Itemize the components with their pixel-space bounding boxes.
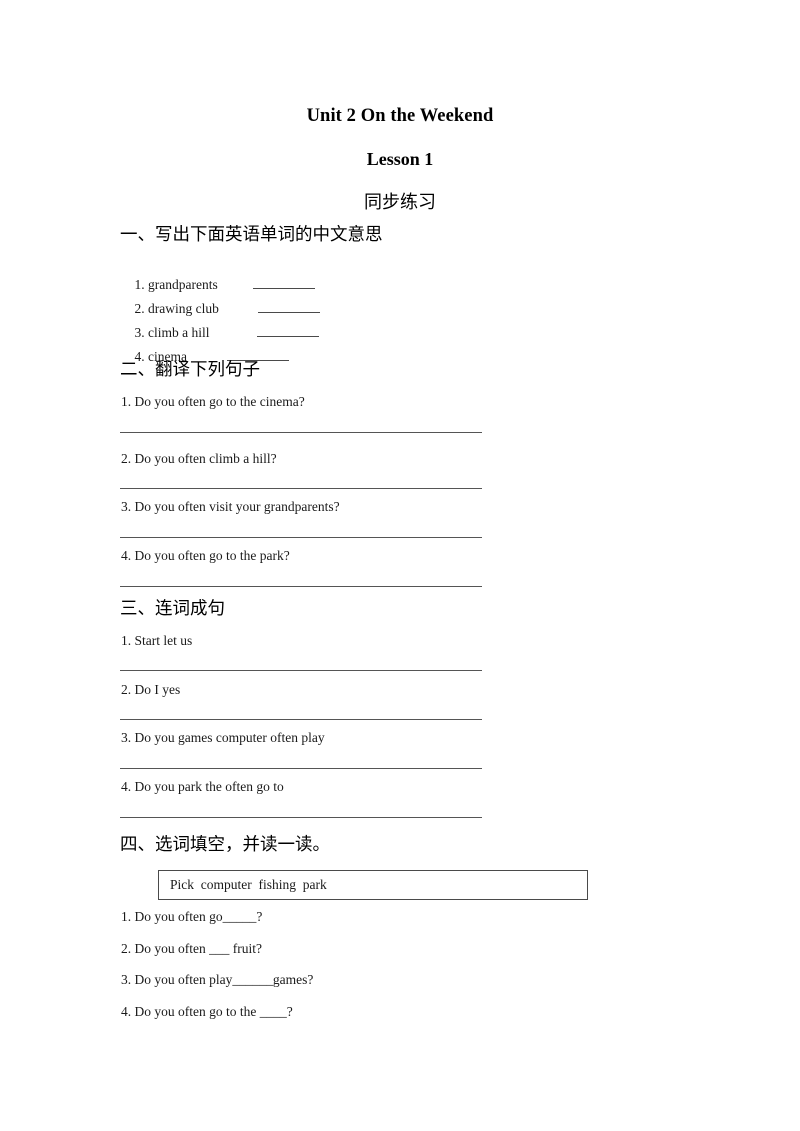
- exercise-subtitle: 同步练习: [364, 192, 436, 213]
- question-text: 1. Do you often go to the cinema?: [121, 394, 305, 409]
- page-title: Unit 2 On the Weekend: [306, 106, 494, 126]
- answer-rule[interactable]: [120, 768, 482, 769]
- fill-in-blank-item[interactable]: 3. Do you often play______games?: [121, 972, 313, 988]
- question-text: 4. Do you often go to the park?: [121, 548, 290, 563]
- answer-rule[interactable]: [120, 488, 482, 489]
- section-heading-1: 一、写出下面英语单词的中文意思: [120, 225, 383, 245]
- fill-in-blank-item[interactable]: 2. Do you often ___ fruit?: [121, 941, 262, 957]
- section-heading-4: 四、选词填空，并读一读。: [120, 835, 330, 855]
- answer-rule[interactable]: [120, 719, 482, 720]
- word-bank-words: Pick computer fishing park: [170, 877, 327, 892]
- fill-in-blank-item[interactable]: 4. Do you often go to the ____?: [121, 1004, 293, 1020]
- fill-in-blank-item[interactable]: 1. Do you often go_____?: [121, 909, 262, 925]
- word-bank-box: Pick computer fishing park: [158, 870, 588, 900]
- question-text: 3. Do you often visit your grandparents?: [121, 499, 340, 514]
- question-text: 2. Do I yes: [121, 682, 181, 697]
- worksheet-page: Unit 2 On the Weekend Lesson 1 同步练习 一、写出…: [0, 0, 800, 1131]
- answer-rule[interactable]: [120, 537, 482, 538]
- question-text: 1. Start let us: [121, 633, 193, 648]
- answer-rule[interactable]: [120, 670, 482, 671]
- answer-rule[interactable]: [120, 586, 482, 587]
- lesson-subtitle: Lesson 1: [366, 149, 434, 169]
- section-heading-3: 三、连词成句: [120, 599, 225, 619]
- question-text: 2. Do you often climb a hill?: [121, 451, 277, 466]
- answer-rule[interactable]: [120, 817, 482, 818]
- question-text: 4. Do you park the often go to: [121, 779, 284, 794]
- question-text: 3. Do you games computer often play: [121, 730, 325, 745]
- section-heading-2: 二、翻译下列句子: [120, 360, 260, 380]
- answer-rule[interactable]: [120, 432, 482, 433]
